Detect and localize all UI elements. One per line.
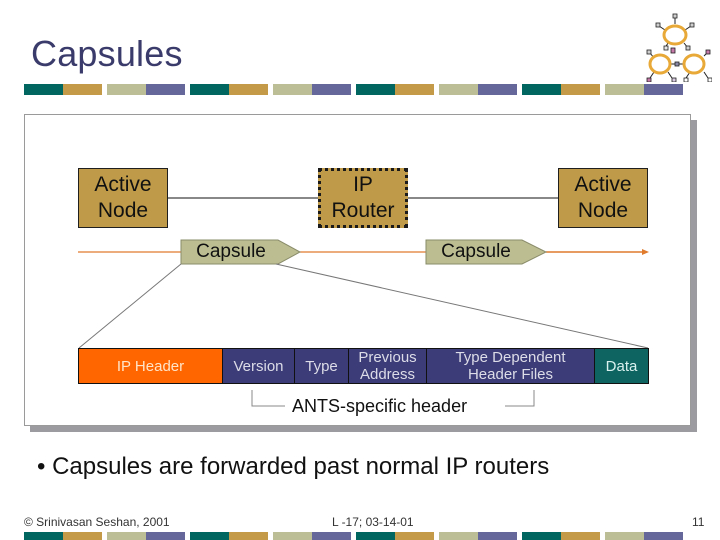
field-type-dependent-header-files: Type Dependent Header Files	[426, 348, 595, 384]
color-bar-segment	[522, 84, 561, 95]
color-bar-segment	[605, 84, 644, 95]
color-bar-segment	[312, 84, 351, 95]
footer-copyright: © Srinivasan Seshan, 2001	[24, 515, 170, 529]
capsule-label: Capsule	[196, 241, 266, 262]
field-label: Type	[305, 357, 338, 375]
bullet-text: Capsules are forwarded past normal IP ro…	[52, 453, 550, 480]
capsule-label: Capsule	[441, 241, 511, 262]
page-number: 11	[692, 515, 705, 529]
field-label-line1: Type Dependent	[455, 349, 566, 366]
color-bar-segment	[24, 532, 63, 540]
active-node-right: Active Node	[558, 168, 648, 228]
ants-header-label: ANTS-specific header	[292, 396, 468, 416]
top-color-bar	[24, 84, 683, 95]
footer-lecture-id: L -17; 03-14-01	[332, 515, 414, 529]
field-label: Version	[233, 357, 284, 375]
node-label-line2: Router	[331, 199, 395, 222]
color-bar-segment	[146, 84, 185, 95]
node-label-line1: IP	[353, 173, 373, 196]
color-bar-segment	[522, 532, 561, 540]
field-label-line2: Header Files	[467, 366, 554, 383]
bottom-color-bar	[24, 532, 683, 540]
node-label-line1: Active	[94, 173, 152, 196]
color-bar-segment	[561, 84, 600, 95]
color-bar-segment	[356, 84, 395, 95]
color-bar-segment	[273, 84, 312, 95]
field-previous-address: Previous Address	[348, 348, 427, 384]
color-bar-segment	[24, 84, 63, 95]
field-data: Data	[594, 348, 649, 384]
color-bar-segment	[190, 532, 229, 540]
color-bar-segment	[63, 532, 102, 540]
color-bar-segment	[395, 84, 434, 95]
ip-router-node: IP Router	[318, 168, 408, 228]
color-bar-segment	[439, 532, 478, 540]
color-bar-segment	[478, 84, 517, 95]
color-bar-segment	[644, 84, 683, 95]
color-bar-segment	[190, 84, 229, 95]
field-label-line2: Address	[359, 366, 415, 383]
active-node-left: Active Node	[78, 168, 168, 228]
slide-title: Capsules	[31, 33, 183, 74]
color-bar-segment	[356, 532, 395, 540]
color-bar-segment	[229, 84, 268, 95]
field-label: Data	[605, 357, 638, 375]
color-bar-segment	[312, 532, 351, 540]
color-bar-segment	[273, 532, 312, 540]
network-nodes-icon	[646, 13, 712, 82]
color-bar-segment	[478, 532, 517, 540]
node-label-line1: Active	[574, 173, 632, 196]
color-bar-segment	[644, 532, 683, 540]
bullet-marker: •	[37, 453, 46, 480]
field-type: Type	[294, 348, 349, 384]
color-bar-segment	[561, 532, 600, 540]
color-bar-segment	[107, 84, 146, 95]
color-bar-segment	[146, 532, 185, 540]
color-bar-segment	[63, 84, 102, 95]
node-label-line2: Node	[577, 199, 629, 222]
color-bar-segment	[439, 84, 478, 95]
field-label-line1: Previous	[358, 349, 417, 366]
bullet-point: • Capsules are forwarded past normal IP …	[37, 452, 549, 482]
color-bar-segment	[229, 532, 268, 540]
field-version: Version	[222, 348, 295, 384]
color-bar-segment	[395, 532, 434, 540]
color-bar-segment	[107, 532, 146, 540]
node-label-line2: Node	[97, 199, 149, 222]
color-bar-segment	[605, 532, 644, 540]
field-ip-header: IP Header	[78, 348, 223, 384]
field-label: IP Header	[116, 357, 185, 375]
